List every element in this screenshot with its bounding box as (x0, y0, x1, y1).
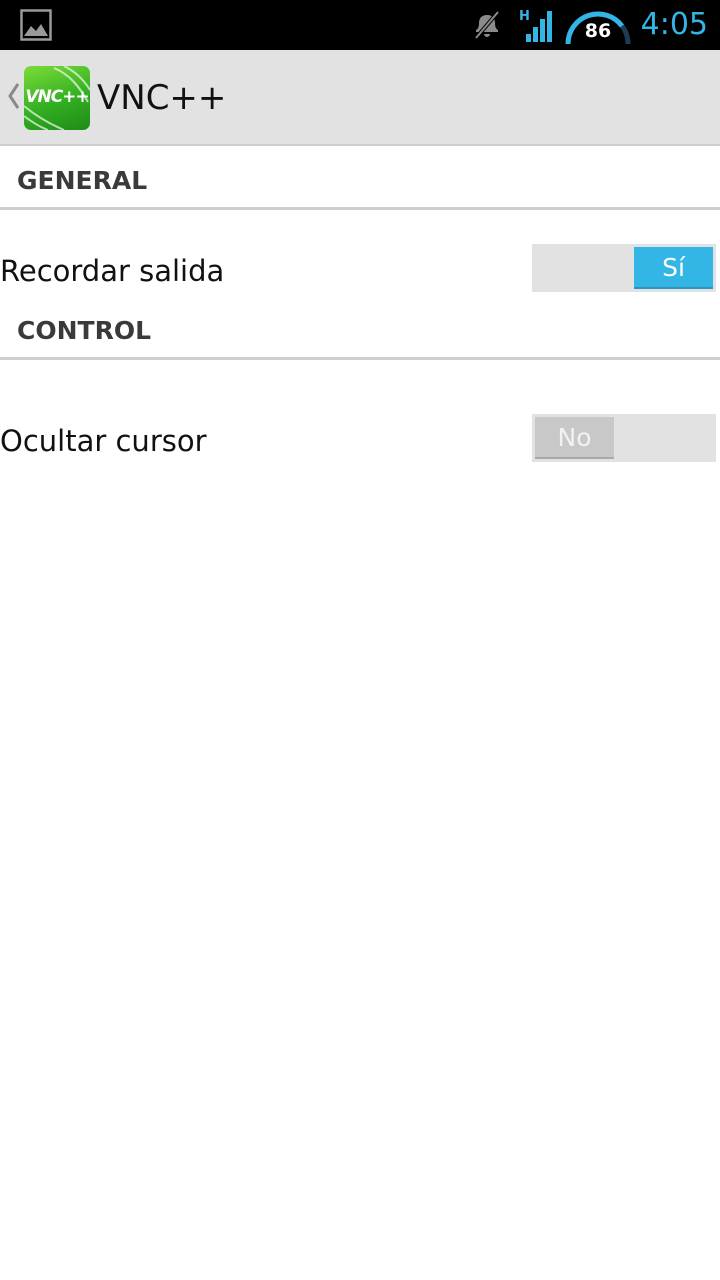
app-icon[interactable]: VNC++ (24, 66, 90, 130)
pref-ocultar-cursor[interactable]: Ocultar cursor No (0, 414, 720, 474)
clock: 4:05 (640, 7, 708, 42)
status-bar: H 86 4:05 (0, 0, 720, 50)
signal-icon: H (519, 9, 552, 42)
pref-ocultar-cursor-title: Ocultar cursor (0, 424, 207, 458)
network-type-label: H (519, 9, 530, 24)
section-header-general: GENERAL (0, 148, 720, 210)
pref-recordar-salida[interactable]: Recordar salida Sí (0, 244, 720, 304)
ocultar-cursor-switch[interactable]: No (532, 414, 716, 462)
pref-recordar-salida-title: Recordar salida (0, 254, 225, 288)
battery-level: 86 (584, 20, 612, 42)
section-header-control-label: CONTROL (17, 316, 152, 345)
recordar-salida-switch[interactable]: Sí (532, 244, 716, 292)
section-header-control: CONTROL (0, 298, 720, 360)
image-notification-icon (20, 9, 52, 41)
action-bar: VNC++ VNC++ (0, 50, 720, 146)
page-title: VNC++ (97, 78, 227, 118)
recordar-salida-switch-thumb[interactable]: Sí (634, 247, 713, 289)
app-icon-text: VNC++ (25, 87, 89, 107)
up-chevron-icon[interactable] (6, 80, 20, 112)
section-header-general-label: GENERAL (17, 166, 148, 195)
mute-icon (474, 10, 500, 40)
battery-icon: 86 (562, 4, 634, 46)
ocultar-cursor-switch-thumb[interactable]: No (535, 417, 614, 459)
